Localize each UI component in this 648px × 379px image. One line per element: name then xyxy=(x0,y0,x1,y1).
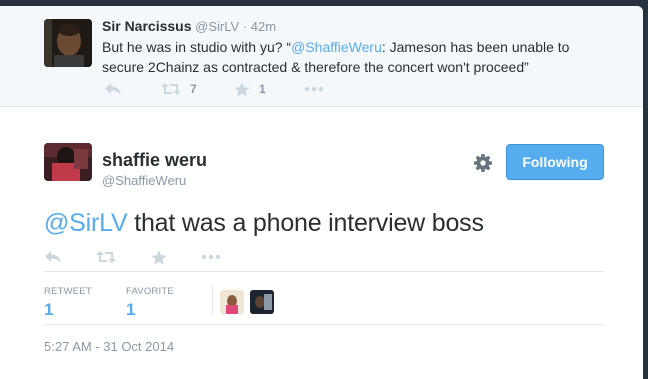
following-button[interactable]: Following xyxy=(506,144,604,180)
main-author-avatar[interactable] xyxy=(44,143,92,181)
parent-retweet-button[interactable]: 7 xyxy=(161,81,197,97)
parent-retweet-count: 7 xyxy=(190,82,197,96)
main-tweet-text: @SirLV that was a phone interview boss xyxy=(44,206,484,240)
parent-tweet-text: But he was in studio with yu? “@ShaffieW… xyxy=(102,37,572,77)
stats-vertical-divider xyxy=(212,286,213,314)
parent-mention-link[interactable]: @ShaffieWeru xyxy=(291,39,382,55)
tweet-timestamp[interactable]: 5:27 AM - 31 Oct 2014 xyxy=(44,339,174,354)
star-icon xyxy=(234,82,250,97)
tweet-permalink-card: Sir Narcissus @SirLV · 42m But he was in… xyxy=(0,6,643,379)
more-icon xyxy=(304,86,324,92)
retweet-stat-value: 1 xyxy=(44,300,54,319)
gear-icon xyxy=(473,154,493,177)
retweet-stat[interactable]: RETWEET 1 xyxy=(44,286,92,320)
parent-favorite-count: 1 xyxy=(259,82,266,96)
main-reply-button[interactable] xyxy=(44,249,62,265)
parent-favorite-button[interactable]: 1 xyxy=(234,81,266,97)
favorite-stat-label: FAVORITE xyxy=(126,286,174,297)
favorite-stat[interactable]: FAVORITE 1 xyxy=(126,286,174,320)
main-more-button[interactable] xyxy=(201,249,221,265)
parent-text-before: But he was in studio with yu? “ xyxy=(102,39,292,55)
parent-author-name[interactable]: Sir Narcissus xyxy=(102,18,192,34)
favoriter-avatar[interactable] xyxy=(220,290,244,314)
user-actions-button[interactable] xyxy=(473,153,493,173)
parent-tweet-time[interactable]: 42m xyxy=(251,19,276,34)
parent-author-avatar[interactable] xyxy=(44,19,92,67)
stats-top-divider xyxy=(44,271,604,272)
reply-icon xyxy=(104,82,122,96)
parent-reply-button[interactable] xyxy=(104,81,122,97)
parent-tweet[interactable]: Sir Narcissus @SirLV · 42m But he was in… xyxy=(0,6,643,107)
main-retweet-button[interactable] xyxy=(96,249,116,265)
retweet-stat-label: RETWEET xyxy=(44,286,92,297)
favorite-stat-value: 1 xyxy=(126,300,136,319)
stats-bottom-divider xyxy=(44,324,604,325)
main-favorite-button[interactable] xyxy=(151,249,167,265)
retweet-icon xyxy=(96,250,116,264)
reply-icon xyxy=(44,250,62,264)
main-author-handle[interactable]: @ShaffieWeru xyxy=(102,173,186,188)
main-text-body: that was a phone interview boss xyxy=(127,209,484,237)
header-separator: · xyxy=(242,19,248,34)
retweet-icon xyxy=(161,82,181,96)
star-icon xyxy=(151,250,167,265)
favoriter-avatar[interactable] xyxy=(250,290,274,314)
main-mention-link[interactable]: @SirLV xyxy=(44,209,128,237)
parent-more-button[interactable] xyxy=(304,81,324,97)
tweet-stats: RETWEET 1 FAVORITE 1 xyxy=(44,278,604,324)
more-icon xyxy=(201,254,221,260)
parent-author-handle[interactable]: @SirLV xyxy=(195,19,239,34)
parent-tweet-header: Sir Narcissus @SirLV · 42m xyxy=(102,18,276,34)
main-author-name[interactable]: shaffie weru xyxy=(102,150,207,171)
